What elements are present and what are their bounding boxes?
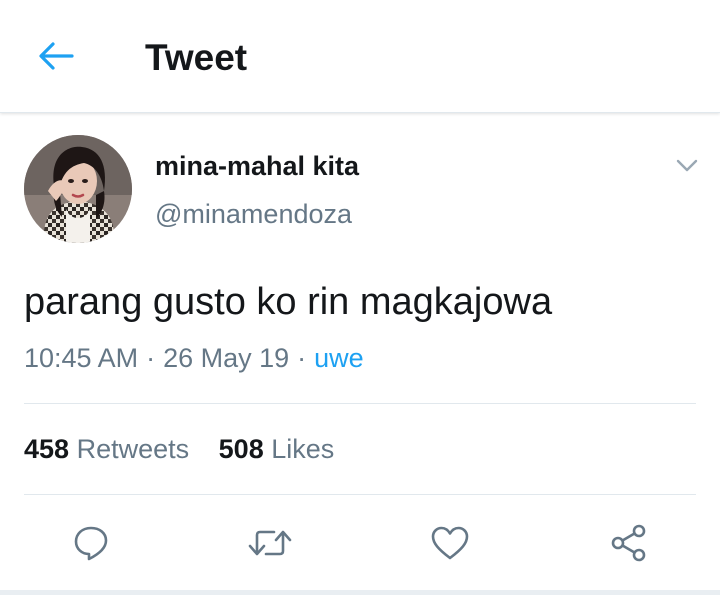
back-button[interactable]: [34, 36, 78, 76]
likes-label: Likes: [271, 434, 335, 464]
retweet-icon: [248, 530, 292, 556]
like-icon: [431, 526, 469, 560]
tweet-date: 26 May 19: [163, 343, 290, 373]
divider: [24, 494, 696, 495]
tweet-time: 10:45 AM: [24, 343, 139, 373]
like-button[interactable]: [425, 518, 475, 568]
retweet-button[interactable]: [245, 518, 295, 568]
likes-count: 508: [218, 434, 264, 464]
share-button[interactable]: [604, 518, 654, 568]
tweet-actions: [0, 518, 720, 568]
back-arrow-icon: [39, 42, 74, 70]
author-handle[interactable]: @minamendoza: [155, 198, 352, 230]
tweet-text: parang gusto ko rin magkajowa: [24, 281, 553, 323]
tweet-options-button[interactable]: [670, 152, 704, 180]
retweets-count: 458: [24, 434, 70, 464]
avatar[interactable]: [24, 135, 132, 243]
share-icon: [611, 524, 646, 562]
profile-photo: [24, 135, 132, 243]
reply-button[interactable]: [66, 518, 116, 568]
meta-separator: ·: [146, 343, 156, 373]
author-display-name[interactable]: mina-mahal kita: [155, 150, 359, 182]
bottom-border: [0, 590, 720, 595]
top-bar: Tweet: [0, 0, 720, 113]
retweets-label: Retweets: [76, 434, 190, 464]
reply-icon: [74, 526, 108, 561]
page-title: Tweet: [145, 37, 248, 78]
retweets-stat[interactable]: 458 Retweets: [24, 432, 189, 466]
tweet-meta: 10:45 AM · 26 May 19 · uwe: [24, 341, 364, 375]
meta-separator: ·: [297, 343, 307, 373]
divider: [24, 403, 696, 404]
tweet-stats: 458 Retweets 508 Likes: [24, 432, 334, 466]
tweet-client-link[interactable]: uwe: [314, 343, 364, 373]
chevron-down-icon: [676, 159, 698, 172]
likes-stat[interactable]: 508 Likes: [219, 432, 335, 466]
